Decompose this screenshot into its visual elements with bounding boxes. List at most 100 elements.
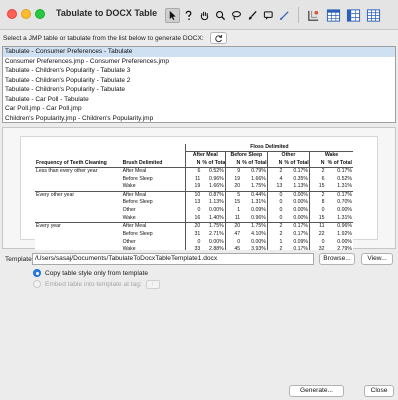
brush-cell: Other — [122, 207, 136, 214]
refresh-icon — [215, 34, 222, 42]
brush-cell: After Meal — [121, 190, 186, 200]
table-row: Other 0 0.00% 1 0.09% 0 0.00% 0 0.00% — [35, 207, 353, 215]
source-list-item[interactable]: Tabulate - Consumer Preferences - Tabula… — [3, 47, 395, 57]
template-path-field[interactable]: /Users/sasaj/Documents/TabulateToDocxTab… — [32, 253, 314, 265]
table-row: Other 0 0.00% 0 0.00% 1 0.09% 0 0.00% — [35, 238, 353, 247]
copy-style-option[interactable]: Copy table style only from template — [33, 268, 148, 278]
jmp-toolbar — [165, 5, 384, 25]
percent-cell: 0.09% — [251, 207, 266, 214]
close-button[interactable]: Close — [364, 385, 394, 397]
minimize-window-button[interactable] — [21, 9, 31, 19]
grid-icon[interactable] — [364, 6, 383, 25]
percent-cell: 0.96% — [325, 222, 353, 231]
count-cell: 31 — [184, 230, 202, 239]
count-cell: 0 — [309, 207, 326, 215]
percent-cell: 0.00% — [209, 207, 224, 214]
percent-cell: 0.35% — [293, 175, 309, 182]
count-cell: 5 — [224, 190, 242, 200]
subgroup-header: Other — [266, 151, 310, 160]
source-listbox[interactable]: Tabulate - Consumer Preferences - Tabula… — [2, 46, 396, 123]
copy-style-radio[interactable] — [33, 269, 41, 277]
refresh-button[interactable] — [209, 32, 227, 44]
subgroup-header: Wake — [309, 151, 353, 160]
count-cell: 0 — [184, 207, 202, 215]
row-header-brush: Brush Delimited — [121, 159, 186, 169]
embed-option: Embed table into template at tag: ↕ — [33, 279, 160, 289]
blank-corner — [35, 144, 122, 152]
count-cell: 1 — [266, 238, 284, 247]
line-tool-icon[interactable] — [277, 8, 292, 23]
brush-cell: Wake — [122, 214, 136, 221]
data-table-icon[interactable] — [324, 6, 343, 25]
brush-cell: Before Sleep — [122, 175, 153, 182]
percent-cell: 1.31% — [337, 214, 352, 221]
stat-header-pct: % of Total — [241, 159, 268, 169]
browse-button[interactable]: Browse... — [319, 253, 355, 265]
percent-cell: 1.92% — [337, 230, 352, 237]
template-label: Template: — [5, 256, 34, 263]
pin-icon[interactable] — [304, 6, 323, 25]
close-window-button[interactable] — [7, 9, 17, 19]
percent-cell: 0.17% — [337, 168, 352, 175]
arrow-tool-icon[interactable] — [165, 7, 180, 23]
count-cell: 2 — [309, 190, 326, 200]
count-cell: 20 — [224, 183, 242, 192]
blank-corner — [122, 144, 186, 152]
count-cell: 4 — [266, 175, 284, 184]
percent-cell: 0.00% — [283, 190, 310, 200]
table-view-icon[interactable] — [344, 6, 363, 25]
percent-cell: 0.17% — [283, 222, 310, 231]
count-cell: 20 — [184, 222, 202, 231]
embed-label: Embed table into template at tag: — [45, 280, 142, 288]
source-list-item[interactable]: Tabulate - Children's Popularity - Tabul… — [3, 66, 395, 76]
count-cell: 2 — [266, 222, 284, 231]
percent-cell: 0.00% — [251, 238, 266, 245]
toolbar-separator — [298, 7, 299, 23]
brush-tool-icon[interactable] — [245, 8, 260, 23]
source-list-item[interactable]: Car Poll.jmp - Car Poll.jmp — [3, 104, 395, 114]
count-cell: 0 — [224, 238, 242, 247]
stat-header-pct: % of Total — [201, 159, 226, 169]
chevron-updown-icon: ↕ — [151, 281, 155, 287]
stat-header-pct: % of Total — [283, 159, 310, 169]
zoom-window-button[interactable] — [35, 9, 45, 19]
brush-cell: After Meal — [122, 168, 147, 175]
grabber-hand-icon[interactable] — [197, 8, 212, 23]
prompt-label: Select a JMP table or tabulate from the … — [3, 34, 204, 42]
table-row: Wake 19 1.66% 20 1.75% 13 1.13% 15 1.31% — [35, 183, 353, 192]
embed-radio — [33, 280, 41, 288]
count-cell: 15 — [309, 183, 326, 192]
count-cell: 0 — [309, 238, 326, 247]
percent-cell: 1.40% — [209, 214, 224, 221]
help-tool-icon[interactable] — [181, 8, 196, 23]
zoom-tool-icon[interactable] — [213, 8, 228, 23]
percent-cell: 0.79% — [251, 168, 266, 175]
tabulate-to-docx-window: Tabulate to DOCX Table Select a JMP tabl… — [0, 0, 398, 400]
percent-cell: 1.13% — [209, 199, 224, 206]
view-button[interactable]: View... — [361, 253, 393, 265]
percent-cell: 0.00% — [209, 238, 224, 245]
count-cell: 22 — [309, 230, 326, 239]
count-cell: 10 — [184, 190, 202, 200]
percent-cell: 0.96% — [209, 175, 224, 182]
source-list-item[interactable]: Tabulate - Children's Popularity - Tabul… — [3, 76, 395, 86]
percent-cell: 0.17% — [325, 190, 353, 200]
stat-header-row: Frequency of Teeth Cleaning Brush Delimi… — [35, 159, 353, 169]
frequency-cell — [35, 207, 122, 215]
frequency-cell — [35, 231, 122, 239]
brush-cell: Wake — [122, 183, 136, 190]
source-list-item[interactable]: Tabulate - Car Poll - Tabulate — [3, 95, 395, 105]
annotate-tool-icon[interactable] — [261, 8, 276, 23]
generate-button[interactable]: Generate... — [289, 385, 344, 397]
source-list-item[interactable]: Children's Popularity.jmp - Children's P… — [3, 114, 395, 123]
percent-cell: 1.75% — [251, 183, 266, 190]
subgroup-header: Before Sleep — [224, 151, 268, 160]
percent-cell: 0.70% — [337, 199, 352, 206]
table-row: Wake 16 1.40% 11 0.96% 0 0.00% 15 1.31% — [35, 214, 353, 223]
brush-cell: Other — [122, 238, 136, 245]
count-cell: 13 — [266, 183, 284, 192]
source-list-item[interactable]: Tabulate - Children's Popularity - Tabul… — [3, 85, 395, 95]
percent-cell: 0.52% — [209, 168, 224, 175]
lasso-tool-icon[interactable] — [229, 8, 244, 23]
source-list-item[interactable]: Consumer Preferences.jmp - Consumer Pref… — [3, 57, 395, 67]
